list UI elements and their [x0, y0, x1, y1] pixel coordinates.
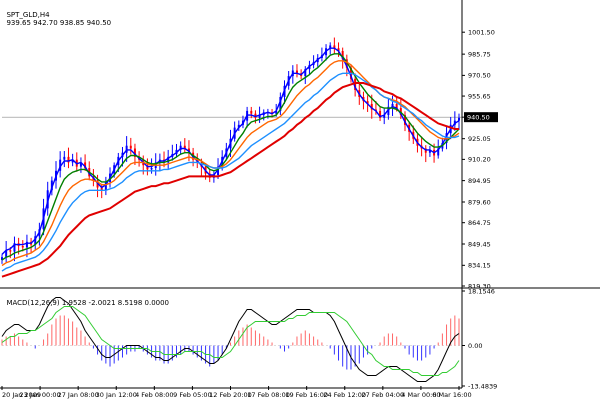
candle-body — [129, 145, 132, 149]
axes: 1001.50 985.75 970.50 955.65 940.50 925.05 910… — [0, 0, 600, 399]
candle-body — [458, 117, 460, 121]
price-y-tick-label: 910.20 — [468, 156, 491, 164]
x-tick-label: 6 Mar 16:00 — [432, 391, 471, 399]
x-tick-label: 23 Jan 00:00 — [20, 391, 61, 399]
ohlc-values: 939.65 942.70 938.85 940.50 — [6, 19, 112, 27]
candle-body — [250, 110, 253, 114]
x-tick-label: 30 Jan 12:00 — [96, 391, 137, 399]
x-tick-label: 27 Jan 08:00 — [58, 391, 99, 399]
price-y-tick-label: 879.60 — [468, 198, 491, 206]
x-tick-label: 24 Feb 12:00 — [323, 391, 366, 399]
macd-line — [1, 306, 460, 376]
candle-body — [63, 156, 66, 160]
price-y-tick-label: 955.65 — [468, 92, 491, 100]
current-price-label: 940.50 — [467, 114, 490, 122]
candle-body — [21, 246, 24, 248]
macd-line — [1, 297, 460, 382]
price-y-tick-label: 985.75 — [468, 50, 491, 58]
x-tick-label: 27 Feb 04:00 — [362, 391, 405, 399]
moving-average-line — [1, 82, 459, 278]
x-tick-label: 12 Feb 20:00 — [209, 391, 252, 399]
candle-body — [9, 250, 12, 252]
price-pane — [1, 37, 462, 278]
x-tick-label: 19 Feb 16:00 — [285, 391, 328, 399]
macd-y-tick-label: 0.00 — [468, 342, 482, 350]
x-tick-label: 17 Feb 08:00 — [247, 391, 290, 399]
x-tick-label: 4 Feb 08:00 — [135, 391, 174, 399]
symbol-label: SPT_GLD,H4 — [6, 11, 50, 19]
macd-y-tick-label: 18.1546 — [468, 287, 495, 295]
macd-y-tick-label: -13.4839 — [468, 382, 497, 390]
price-y-tick-label: 894.95 — [468, 177, 491, 185]
price-y-tick-label: 970.50 — [468, 72, 491, 80]
price-y-tick-label: 849.45 — [468, 240, 491, 248]
macd-pane — [1, 297, 462, 382]
price-y-tick-label: 864.75 — [468, 219, 491, 227]
price-y-tick-label: 834.15 — [468, 262, 491, 270]
trading-chart: 1001.50 985.75 970.50 955.65 940.50 925.05 910… — [0, 0, 600, 399]
price-y-tick-label: 1001.50 — [468, 28, 495, 36]
macd-header: MACD(12,26,9) 1.9528 -2.0021 8.5198 0.00… — [2, 291, 169, 307]
symbol-header: SPT_GLD,H4 939.65 942.70 938.85 940.50 — [2, 3, 111, 27]
x-tick-label: 9 Feb 05:00 — [173, 391, 212, 399]
price-y-tick-label: 925.05 — [468, 135, 491, 143]
macd-label: MACD(12,26,9) 1.9528 -2.0021 8.5198 0.00… — [6, 299, 170, 307]
candle-body — [150, 168, 153, 170]
